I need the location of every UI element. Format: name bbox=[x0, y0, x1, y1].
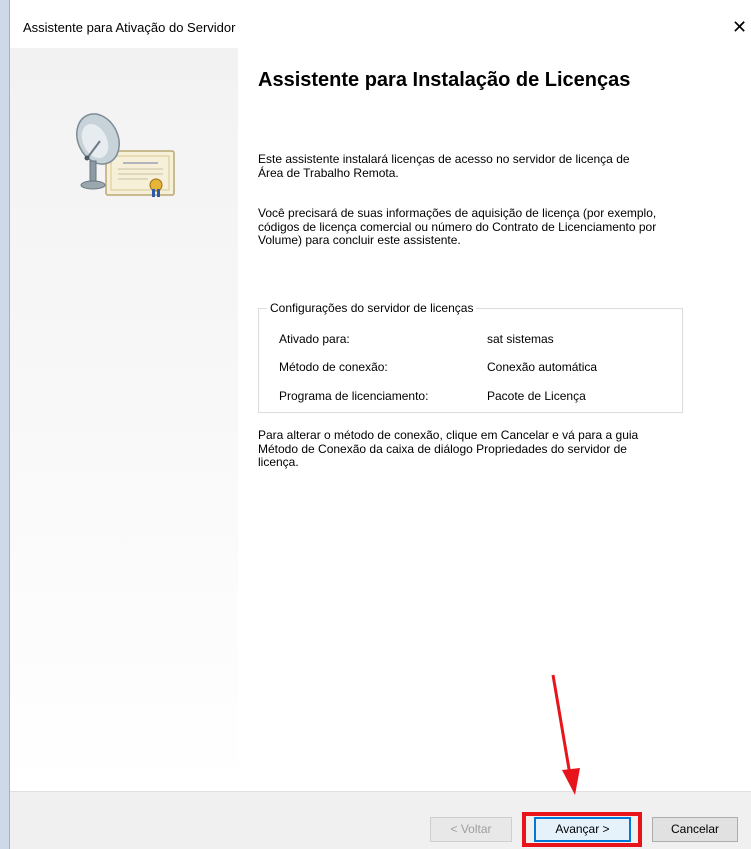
window-title: Assistente para Ativação do Servidor bbox=[23, 20, 236, 35]
change-method-paragraph: Para alterar o método de conexão, clique… bbox=[258, 428, 639, 469]
license-server-settings-group: Configurações do servidor de licenças At… bbox=[258, 301, 683, 413]
back-button[interactable]: < Voltar bbox=[430, 817, 512, 842]
licensing-program-value: Pacote de Licença bbox=[487, 389, 586, 403]
background-desktop bbox=[0, 0, 9, 849]
activated-for-label: Ativado para: bbox=[279, 332, 350, 346]
close-icon[interactable]: ✕ bbox=[732, 14, 751, 40]
licensing-program-label: Programa de licenciamento: bbox=[279, 389, 429, 403]
settings-group-legend: Configurações do servidor de licenças bbox=[267, 301, 477, 315]
next-button[interactable]: Avançar > bbox=[534, 817, 631, 842]
wizard-side-panel bbox=[10, 48, 238, 791]
button-bar: < Voltar Avançar > Cancelar bbox=[10, 791, 751, 849]
title-bar: Assistente para Ativação do Servidor ✕ bbox=[10, 0, 751, 48]
connection-method-value: Conexão automática bbox=[487, 360, 598, 374]
dialog-window: Assistente para Ativação do Servidor ✕ A… bbox=[9, 0, 751, 849]
activated-for-value: sat sistemas bbox=[487, 332, 554, 346]
cancel-button[interactable]: Cancelar bbox=[652, 817, 738, 842]
wizard-content: Assistente para Instalação de Licenças E… bbox=[238, 48, 751, 791]
requirements-paragraph: Você precisará de suas informações de aq… bbox=[258, 206, 657, 247]
satellite-certificate-icon bbox=[76, 113, 175, 197]
page-title: Assistente para Instalação de Licenças bbox=[258, 69, 631, 91]
intro-paragraph: Este assistente instalará licenças de ac… bbox=[258, 152, 630, 180]
connection-method-label: Método de conexão: bbox=[279, 360, 388, 374]
